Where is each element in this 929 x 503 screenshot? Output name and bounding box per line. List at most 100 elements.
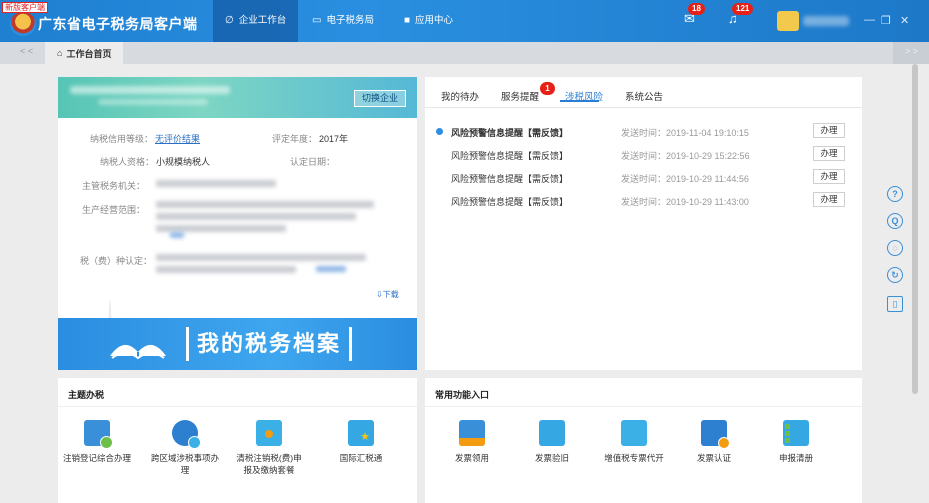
- func-label: 发票认证: [696, 453, 731, 463]
- func-cross-region[interactable]: 跨区域涉税事项办理: [150, 420, 220, 476]
- chat-icon[interactable]: ◌: [887, 240, 903, 256]
- message-title[interactable]: 风险预警信息提醒【需反馈】: [451, 172, 568, 185]
- nav-e-tax-bureau[interactable]: ▭ 电子税务局: [300, 0, 386, 42]
- message-count-badge: 18: [688, 3, 705, 15]
- tab-system-notice[interactable]: 系统公告: [625, 89, 663, 103]
- func-label: 发票领用: [454, 453, 489, 463]
- message-row[interactable]: 风险预警信息提醒【需反馈】 发送时间：2019-10-29 11:44:56 办…: [425, 168, 862, 188]
- tab-workbench-home[interactable]: ⌂ 工作台首页: [45, 42, 124, 64]
- message-title[interactable]: 风险预警信息提醒【需反馈】: [451, 126, 568, 139]
- new-version-badge: 新版客户端: [2, 2, 48, 13]
- func-deregistration[interactable]: 注销登记综合办理: [62, 420, 132, 464]
- panel-divider: [425, 406, 862, 407]
- tab-next-icon[interactable]: > >: [905, 46, 918, 56]
- more-link-redacted[interactable]: [316, 266, 346, 272]
- func-invoice-verify-old[interactable]: 发票验旧: [517, 420, 587, 464]
- app-title: 广东省电子税务局客户端: [38, 16, 198, 32]
- message-row[interactable]: 风险预警信息提醒【需反馈】 发送时间：2019-10-29 11:43:00 办…: [425, 191, 862, 211]
- restore-icon[interactable]: ❐: [881, 14, 891, 27]
- message-row[interactable]: 风险预警信息提醒【需反馈】 发送时间：2019-11-04 19:10:15 办…: [425, 122, 862, 142]
- tax-type-redacted: [156, 254, 366, 261]
- close-icon[interactable]: ✕: [900, 14, 909, 27]
- year-label: 评定年度：: [272, 134, 318, 144]
- credit-value-link[interactable]: 无评价结果: [155, 134, 200, 144]
- func-invoice-claim[interactable]: 发票领用: [437, 420, 507, 464]
- panel-divider: [58, 406, 417, 407]
- more-link-redacted[interactable]: [170, 232, 184, 238]
- nav-label: 企业工作台: [238, 15, 287, 26]
- refresh-icon[interactable]: ↻: [887, 267, 903, 283]
- mobile-icon[interactable]: ▯: [887, 296, 903, 312]
- doc-star-icon: ★: [348, 420, 374, 446]
- username[interactable]: [803, 16, 849, 26]
- bell-count-badge: 121: [732, 3, 754, 15]
- tax-type-row: 税（费）种认定：: [80, 254, 152, 267]
- tax-type-label: 税（费）种认定：: [80, 256, 153, 266]
- func-label: 发票验旧: [534, 453, 569, 463]
- download-button[interactable]: ⇩下载: [376, 289, 399, 300]
- tax-type-redacted: [156, 266, 296, 273]
- download-label: 下载: [382, 290, 399, 299]
- message-time: 发送时间：2019-10-29 11:43:00: [621, 197, 749, 207]
- company-banner: 切换企业: [58, 77, 417, 118]
- tax-bureau-logo: [10, 12, 36, 36]
- tax-archive-banner[interactable]: 我的税务档案: [58, 318, 417, 370]
- switch-company-button[interactable]: 切换企业: [354, 90, 407, 107]
- message-time: 发送时间：2019-11-04 19:10:15: [621, 128, 749, 138]
- func-label: 申报清册: [778, 453, 813, 463]
- scope-redacted: [156, 225, 286, 232]
- confirm-date-row: 认定日期：: [290, 155, 337, 168]
- message-title[interactable]: 风险预警信息提醒【需反馈】: [451, 149, 568, 162]
- func-invoice-certification[interactable]: 发票认证: [679, 420, 749, 464]
- service-reminder-badge: 1: [540, 82, 555, 95]
- workbench-icon: ∅: [225, 15, 234, 26]
- scrollbar[interactable]: [912, 64, 918, 394]
- qualification-value: 小规模纳税人: [156, 157, 211, 167]
- monitor-icon: ▭: [312, 15, 322, 26]
- archive-title: 我的税务档案: [186, 327, 353, 361]
- avatar[interactable]: [777, 11, 799, 31]
- panel-title: 主题办税: [68, 390, 105, 400]
- handle-button[interactable]: 办理: [813, 146, 845, 161]
- handle-button[interactable]: 办理: [813, 123, 845, 138]
- list-old-icon: [539, 420, 565, 446]
- minimize-icon[interactable]: —: [864, 14, 875, 26]
- func-international-remit[interactable]: ★ 国际汇税通: [326, 420, 396, 464]
- credit-label: 纳税信用等级：: [90, 134, 154, 144]
- rating-year-row: 评定年度： 2017年: [272, 132, 348, 145]
- func-tax-clearance[interactable]: 清税注销税(费)申报及缴纳套餐: [234, 420, 304, 476]
- message-title[interactable]: 风险预警信息提醒【需反馈】: [451, 195, 568, 208]
- scope-label: 生产经营范围：: [82, 205, 146, 215]
- message-row[interactable]: 风险预警信息提醒【需反馈】 发送时间：2019-10-29 15:22:56 办…: [425, 145, 862, 165]
- tab-label: 工作台首页: [66, 48, 112, 59]
- document-icon: [84, 420, 113, 449]
- tab-prev-icon[interactable]: < <: [20, 46, 33, 56]
- handle-button[interactable]: 办理: [813, 169, 845, 184]
- globe-tax-icon: [172, 420, 201, 449]
- tab-my-todo[interactable]: 我的待办: [441, 89, 479, 103]
- nav-app-center[interactable]: ■ 应用中心: [392, 0, 465, 42]
- func-declaration-list[interactable]: 申报清册: [761, 420, 831, 464]
- special-invoice-icon: [621, 420, 647, 446]
- nav-label: 电子税务局: [326, 15, 374, 26]
- message-notification[interactable]: ✉ 18: [684, 3, 705, 27]
- func-label: 国际汇税通: [339, 453, 383, 463]
- func-vat-special-invoice[interactable]: 增值税专票代开: [599, 420, 669, 464]
- download-icon: ⇩: [376, 290, 383, 299]
- tab-service-reminder[interactable]: 服务提醒: [501, 89, 539, 103]
- bell-notification[interactable]: ♫ 121: [728, 3, 754, 26]
- search-icon[interactable]: Q: [887, 213, 903, 229]
- tax-authority-row: 主管税务机关：: [82, 179, 145, 192]
- nav-enterprise-workbench[interactable]: ∅ 企业工作台: [213, 0, 299, 42]
- scope-redacted: [156, 201, 374, 208]
- title-bar: 新版客户端 广东省电子税务局客户端 ∅ 企业工作台 ▭ 电子税务局 ■ 应用中心…: [0, 0, 929, 42]
- common-functions-panel: 常用功能入口 发票领用 发票验旧 增值税专票代开 发票认证 申报清册: [425, 378, 862, 503]
- handle-button[interactable]: 办理: [813, 192, 845, 207]
- company-name-redacted: [70, 86, 230, 94]
- func-label: 注销登记综合办理: [62, 453, 131, 463]
- tab-bar: < < ⌂ 工作台首页 > >: [0, 42, 929, 64]
- window-icon: [256, 420, 282, 446]
- home-icon: ⌂: [57, 48, 63, 58]
- message-time: 发送时间：2019-10-29 11:44:56: [621, 174, 749, 184]
- help-icon[interactable]: ?: [887, 186, 903, 202]
